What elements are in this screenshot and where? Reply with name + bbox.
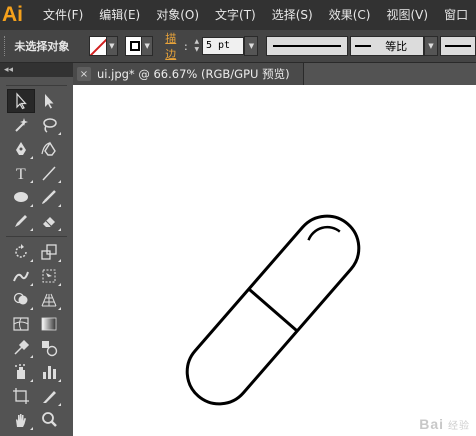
pencil-tool[interactable] — [7, 209, 35, 233]
pen-tool[interactable] — [7, 137, 35, 161]
fill-dropdown-icon[interactable]: ▼ — [106, 36, 118, 56]
watermark-suffix: 经验 — [448, 421, 470, 432]
fill-swatch[interactable] — [89, 36, 107, 56]
selection-tool[interactable] — [7, 89, 35, 113]
artboard-canvas[interactable]: Bai 经验 — [73, 85, 476, 436]
type-tool[interactable]: T — [7, 161, 35, 185]
menu-file[interactable]: 文件(F) — [35, 0, 91, 30]
scale-tool[interactable] — [35, 240, 63, 264]
artboard-tool[interactable] — [7, 384, 35, 408]
menu-edit[interactable]: 编辑(E) — [91, 0, 148, 30]
menu-select[interactable]: 选择(S) — [264, 0, 321, 30]
shape-builder-tool[interactable] — [7, 288, 35, 312]
stroke-colon: : — [184, 39, 188, 53]
hand-tool[interactable] — [7, 408, 35, 432]
capsule-shape[interactable] — [174, 203, 372, 417]
brush-definition[interactable]: 等比 — [350, 36, 424, 56]
slice-tool[interactable] — [35, 384, 63, 408]
capsule-artwork[interactable] — [73, 85, 476, 436]
stroke-label[interactable]: 描边 — [165, 30, 184, 62]
brush-line-icon — [355, 45, 372, 47]
selection-status: 未选择对象 — [14, 40, 70, 53]
stroke-weight-dropdown-icon[interactable]: ▼ — [244, 36, 259, 56]
brush-dropdown-icon[interactable]: ▼ — [423, 36, 438, 56]
toolbox: ◂◂ T — [0, 63, 73, 436]
lasso-tool[interactable] — [35, 113, 63, 137]
stroke-spinner-icon[interactable]: ▲ ▼ — [192, 37, 202, 55]
capsule-highlight — [307, 225, 341, 241]
watermark: Bai 经验 — [419, 416, 470, 432]
toolbox-divider — [6, 236, 67, 237]
menu-window[interactable]: 窗口 — [436, 0, 476, 30]
brush-label: 等比 — [385, 40, 408, 53]
free-transform-tool[interactable] — [35, 264, 63, 288]
menu-bar: Ai 文件(F) 编辑(E) 对象(O) 文字(T) 选择(S) 效果(C) 视… — [0, 0, 476, 30]
perspective-grid-tool[interactable] — [35, 288, 63, 312]
capsule-divider — [247, 287, 299, 333]
document-title: ui.jpg* @ 66.67% (RGB/GPU 预览) — [97, 67, 290, 81]
close-icon[interactable]: × — [77, 67, 91, 81]
toolbox-collapse-icon[interactable]: ◂◂ — [0, 63, 73, 77]
toolbox-grip[interactable] — [6, 79, 67, 86]
stroke-color-dropdown-icon[interactable]: ▼ — [142, 36, 154, 56]
paintbrush-tool[interactable] — [35, 185, 63, 209]
panel-grip[interactable] — [4, 36, 8, 56]
watermark-text: Bai — [419, 416, 444, 432]
direct-selection-tool[interactable] — [35, 89, 63, 113]
rotate-tool[interactable] — [7, 240, 35, 264]
mesh-tool[interactable] — [7, 312, 35, 336]
magic-wand-tool[interactable] — [7, 113, 35, 137]
menu-type[interactable]: 文字(T) — [207, 0, 264, 30]
width-tool[interactable] — [7, 264, 35, 288]
svg-text:T: T — [16, 166, 26, 182]
ellipse-tool[interactable] — [7, 185, 35, 209]
profile-line-icon — [273, 45, 342, 47]
menu-view[interactable]: 视图(V) — [378, 0, 436, 30]
menu-effect[interactable]: 效果(C) — [321, 0, 379, 30]
zoom-tool[interactable] — [35, 408, 63, 432]
document-tab[interactable]: × ui.jpg* @ 66.67% (RGB/GPU 预览) — [73, 63, 304, 85]
line-segment-tool[interactable] — [35, 161, 63, 185]
blend-tool[interactable] — [35, 336, 63, 360]
stroke-swatch[interactable] — [124, 36, 143, 56]
symbol-sprayer-tool[interactable] — [7, 360, 35, 384]
gradient-tool[interactable] — [35, 312, 63, 336]
variable-width-profile[interactable] — [266, 36, 349, 56]
stroke-style-swatch[interactable] — [439, 36, 476, 56]
stroke-weight-input[interactable]: 5 pt — [201, 37, 245, 55]
control-bar: 未选择对象 ▼ ▼ 描边 : ▲ ▼ 5 pt ▼ 等比 ▼ — [0, 30, 476, 63]
curvature-tool[interactable] — [35, 137, 63, 161]
menu-object[interactable]: 对象(O) — [148, 0, 207, 30]
column-graph-tool[interactable] — [35, 360, 63, 384]
document-tab-bar: × ui.jpg* @ 66.67% (RGB/GPU 预览) — [73, 63, 476, 85]
eraser-tool[interactable] — [35, 209, 63, 233]
eyedropper-tool[interactable] — [7, 336, 35, 360]
app-logo: Ai — [2, 3, 23, 26]
